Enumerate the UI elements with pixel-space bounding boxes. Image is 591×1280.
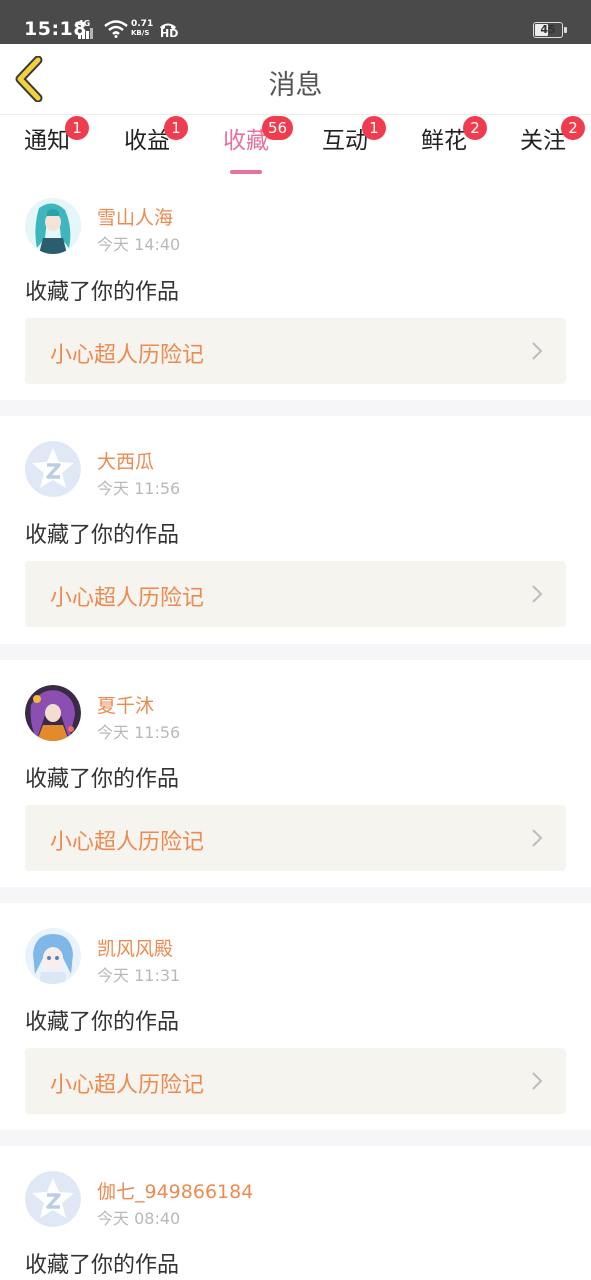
avatar[interactable] [25, 198, 81, 254]
timestamp: 今天 11:56 [97, 479, 181, 498]
username[interactable]: 大西瓜 [97, 447, 154, 474]
status-bar: 15:18 4G 0.71 KB/S HD 45 [0, 0, 591, 44]
header-bar: 消息 [0, 44, 591, 115]
default-avatar-icon [25, 1171, 81, 1227]
anime-avatar-icon [25, 928, 81, 984]
tab-favorites[interactable]: 收藏 56 [211, 116, 294, 176]
default-avatar-icon [25, 441, 81, 497]
chevron-right-icon [532, 829, 543, 847]
username[interactable]: 夏千沐 [97, 691, 154, 718]
anime-avatar-icon [25, 198, 81, 254]
battery-level: 45 [540, 23, 556, 36]
divider [0, 400, 591, 416]
username[interactable]: 雪山人海 [97, 203, 173, 230]
feed-item: 夏千沐 今天 11:56 收藏了你的作品 小心超人历险记 [0, 660, 591, 887]
feed-item: 大西瓜 今天 11:56 收藏了你的作品 小心超人历险记 [0, 416, 591, 644]
chevron-right-icon [532, 585, 543, 603]
divider [0, 1130, 591, 1146]
avatar[interactable] [25, 1171, 81, 1227]
tab-notifications[interactable]: 通知 1 [12, 116, 89, 176]
feed-item: 凯风风殿 今天 11:31 收藏了你的作品 小心超人历险记 [0, 903, 591, 1130]
page-title: 消息 [268, 70, 323, 101]
tab-badge: 1 [65, 116, 89, 140]
anime-avatar-icon [25, 685, 81, 741]
hd-label: HD [160, 27, 179, 40]
action-text: 收藏了你的作品 [25, 523, 180, 548]
chevron-right-icon [532, 1072, 543, 1090]
work-title: 小心超人历险记 [50, 1073, 205, 1098]
tab-following[interactable]: 关注 2 [508, 116, 585, 176]
timestamp: 今天 14:40 [97, 235, 181, 254]
username[interactable]: 凯风风殿 [97, 934, 173, 961]
tab-bar: 通知 1 收益 1 收藏 56 互动 1 鲜花 2 关注 2 [0, 116, 591, 180]
speed-unit: KB/S [131, 29, 150, 37]
action-text: 收藏了你的作品 [25, 1253, 180, 1278]
tab-badge: 2 [561, 116, 585, 140]
work-card[interactable]: 小心超人历险记 [25, 561, 566, 627]
feed-item: 伽七_949866184 今天 08:40 收藏了你的作品 [0, 1146, 591, 1280]
avatar[interactable] [25, 685, 81, 741]
work-card[interactable]: 小心超人历险记 [25, 318, 566, 384]
work-title: 小心超人历险记 [50, 830, 205, 855]
username[interactable]: 伽七_949866184 [97, 1177, 253, 1204]
action-text: 收藏了你的作品 [25, 1010, 180, 1035]
chevron-right-icon [532, 342, 543, 360]
timestamp: 今天 11:31 [97, 966, 181, 985]
timestamp: 今天 11:56 [97, 723, 181, 742]
action-text: 收藏了你的作品 [25, 280, 180, 305]
tab-badge: 56 [262, 116, 294, 140]
speed-value: 0.71 [131, 19, 154, 29]
tab-interactions[interactable]: 互动 1 [310, 116, 386, 176]
avatar[interactable] [25, 441, 81, 497]
divider [0, 644, 591, 660]
action-text: 收藏了你的作品 [25, 767, 180, 792]
work-title: 小心超人历险记 [50, 586, 205, 611]
feed-item: 雪山人海 今天 14:40 收藏了你的作品 小心超人历险记 [0, 180, 591, 400]
wifi-icon [104, 20, 128, 38]
battery-icon: 45 [533, 22, 567, 38]
tab-badge: 2 [463, 116, 487, 140]
network-speed: 0.71 KB/S [131, 20, 153, 38]
divider [0, 887, 591, 903]
work-title: 小心超人历险记 [50, 343, 205, 368]
work-card[interactable]: 小心超人历险记 [25, 1048, 566, 1114]
timestamp: 今天 08:40 [97, 1209, 181, 1228]
tab-badge: 1 [362, 116, 386, 140]
tab-earnings[interactable]: 收益 1 [112, 116, 188, 176]
network-type: 4G [78, 19, 91, 28]
work-card[interactable]: 小心超人历险记 [25, 805, 566, 871]
avatar[interactable] [25, 928, 81, 984]
tab-badge: 1 [164, 116, 188, 140]
signal-icon [78, 28, 98, 39]
tab-flowers[interactable]: 鲜花 2 [409, 116, 487, 176]
active-tab-indicator [230, 170, 262, 174]
